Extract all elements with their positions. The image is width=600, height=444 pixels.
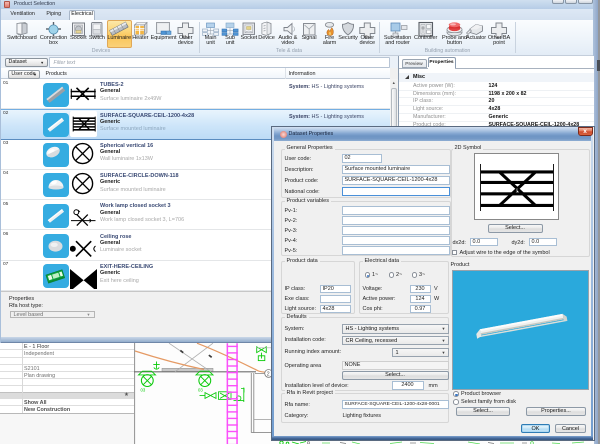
svg-text:2: 2	[267, 372, 270, 378]
svg-text:03: 03	[141, 387, 146, 392]
svg-text:03: 03	[198, 387, 203, 392]
